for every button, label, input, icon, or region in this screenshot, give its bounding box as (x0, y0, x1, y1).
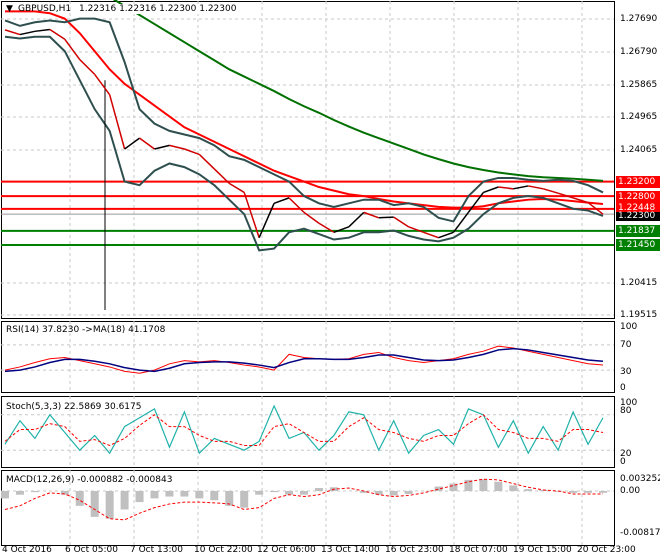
time-tick: 16 Oct 23:00 (385, 545, 444, 555)
price-segment (513, 185, 529, 190)
macd-histogram-bar (270, 491, 279, 493)
macd-histogram-bar (1, 491, 9, 499)
time-tick: 20 Oct 23:00 (577, 545, 636, 555)
macd-histogram-bar (374, 491, 383, 495)
time-tick: 19 Oct 15:00 (513, 545, 572, 555)
stoch-tick: 0 (620, 457, 626, 467)
macd-histogram-bar (135, 491, 144, 503)
macd-histogram-bar (584, 491, 593, 493)
price-segment (542, 188, 559, 194)
symbol-label: GBPUSD,H1 (18, 4, 72, 14)
time-tick: 18 Oct 07:00 (449, 545, 508, 555)
bollinger-lower-line (4, 35, 604, 252)
macd-histogram-bar (195, 491, 204, 499)
macd-histogram-bar (120, 491, 129, 510)
price-segment (288, 197, 305, 213)
price-segment (438, 231, 454, 239)
macd-histogram-bar (285, 491, 294, 495)
macd-histogram-bar (30, 491, 39, 493)
time-tick: 6 Oct 05:00 (65, 545, 118, 555)
chart-menu-arrow-icon[interactable]: ▼ (6, 4, 13, 14)
macd-histogram-bar (569, 491, 578, 493)
price-segment (154, 144, 170, 150)
price-segment (124, 137, 140, 150)
time-tick: 7 Oct 13:00 (130, 545, 183, 555)
price-tick: 1.24965 (620, 112, 658, 122)
price-segment (528, 185, 544, 190)
price-segment (4, 29, 21, 36)
macd-histogram-bar (180, 491, 189, 497)
price-segment (363, 211, 380, 219)
price-tick: 1.25865 (620, 80, 658, 90)
price-segment (423, 231, 439, 239)
price-segment (498, 186, 514, 190)
rsi-tick: 70 (620, 340, 632, 350)
price-segment (483, 186, 499, 194)
time-tick: 12 Oct 06:00 (257, 545, 316, 555)
macd-histogram-bar (105, 491, 114, 519)
level-tag-1.21450: 1.21450 (616, 239, 660, 251)
level-tag-1.23200: 1.23200 (616, 176, 660, 188)
macd-histogram-bar (255, 491, 264, 495)
macd-histogram-bar (479, 479, 488, 491)
macd-histogram-bar (240, 491, 249, 508)
price-segment (378, 216, 394, 219)
stoch-signal-line (4, 414, 604, 447)
price-tick: 1.20415 (620, 278, 658, 288)
macd-histogram-bar (165, 491, 174, 497)
stoch-tick: 80 (620, 406, 632, 416)
stoch-title: Stoch(5,3,3) 22.5869 30.6175 (6, 402, 142, 412)
macd-histogram-bar (404, 491, 413, 494)
rsi-line (4, 345, 604, 374)
price-tick: 1.19515 (620, 310, 658, 320)
macd-histogram-bar (509, 485, 518, 491)
ma-green-line (112, 0, 604, 182)
price-segment (19, 30, 36, 36)
price-tick: 1.27690 (620, 14, 658, 24)
price-tick: 1.24065 (620, 145, 658, 155)
macd-tick: 0.003252 (620, 474, 660, 484)
time-tick: 4 Oct 2016 (2, 545, 52, 555)
macd-histogram-bar (90, 491, 99, 517)
macd-title: MACD(12,26,9) -0.000882 -0.000843 (6, 475, 173, 485)
macd-histogram-bar (599, 491, 607, 493)
macd-histogram-bar (210, 491, 219, 501)
price-segment (228, 182, 245, 194)
price-segment (273, 197, 290, 205)
macd-histogram-bar (75, 491, 84, 506)
current-price-tag: 1.22300 (616, 212, 660, 221)
price-segment (34, 28, 50, 33)
price-segment (184, 148, 200, 156)
rsi-tick: 0 (620, 383, 626, 393)
macd-histogram-bar (300, 491, 308, 495)
macd-histogram-bar (494, 481, 503, 491)
price-tick: 1.26790 (620, 47, 658, 57)
macd-histogram-bar (524, 489, 533, 491)
macd-histogram-bar (389, 491, 398, 496)
macd-histogram-bar (314, 488, 323, 491)
price-segment (79, 59, 96, 75)
macd-tick: 0.00 (620, 486, 641, 496)
rsi-tick: 100 (620, 322, 638, 332)
rsi-title: RSI(14) 37.8230 ->MA(18) 41.1708 (6, 325, 166, 335)
time-tick: 13 Oct 14:00 (321, 545, 380, 555)
macd-histogram-bar (150, 491, 159, 499)
macd-histogram-bar (15, 491, 24, 495)
time-tick: 10 Oct 22:00 (194, 545, 253, 555)
rsi-ma-line (4, 347, 604, 373)
rsi-tick: 30 (620, 367, 632, 377)
trading-chart-window: ▼ GBPUSD,H1 1.22316 1.22316 1.22300 1.22… (0, 0, 660, 560)
bollinger-upper-line (4, 17, 604, 223)
price-segment (393, 216, 410, 228)
price-segment (198, 153, 215, 170)
stoch-main-line (4, 404, 604, 455)
ohlc-readout: 1.22316 1.22316 1.22300 1.22300 (79, 4, 237, 14)
price-segment (94, 73, 111, 96)
level-tag-1.21837: 1.21837 (616, 225, 660, 237)
price-segment (139, 137, 155, 150)
price-segment (169, 144, 185, 150)
macd-tick: -0.008171 (620, 528, 660, 538)
